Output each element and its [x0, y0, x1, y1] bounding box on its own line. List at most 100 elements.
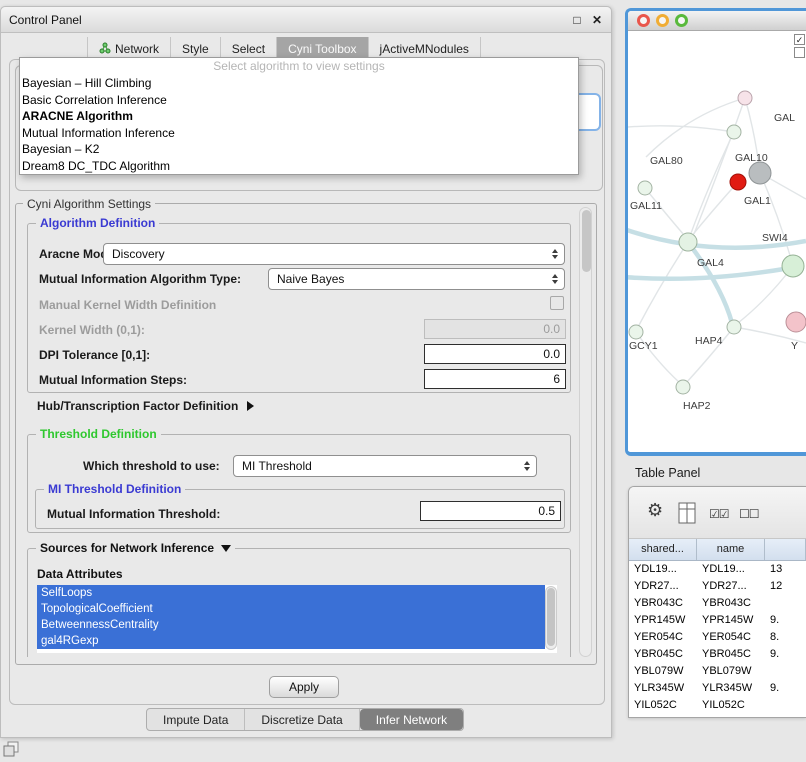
- zoom-traffic-light-icon[interactable]: [675, 14, 688, 27]
- network-window-titlebar[interactable]: [628, 11, 806, 31]
- network-edge[interactable]: [638, 242, 688, 327]
- tab-label: jActiveMNodules: [380, 42, 469, 56]
- table-cell: YDR27...: [629, 578, 697, 595]
- node-label: HAP2: [683, 400, 711, 412]
- table-row[interactable]: YER054CYER054C8.: [629, 629, 806, 646]
- algorithm-option[interactable]: Bayesian – Hill Climbing: [20, 75, 578, 92]
- table-panel-title: Table Panel: [635, 466, 700, 480]
- algorithm-option[interactable]: ARACNE Algorithm: [20, 108, 578, 125]
- network-edge[interactable]: [694, 98, 745, 234]
- table-cell: YDL19...: [697, 561, 765, 578]
- restore-icon[interactable]: □: [569, 12, 585, 28]
- node-label: GAL80: [650, 155, 683, 167]
- network-node-green-gal4[interactable]: [679, 233, 697, 251]
- table-cell: YPR145W: [697, 612, 765, 629]
- node-label: HAP4: [695, 335, 723, 347]
- table-cell: YBR045C: [697, 646, 765, 663]
- table-row[interactable]: YBR045CYBR045C9.: [629, 646, 806, 663]
- network-node-pink-right[interactable]: [786, 312, 806, 332]
- table-cell: YIL052C: [697, 697, 765, 714]
- network-graph[interactable]: GALGAL80GAL10GAL11GAL1SWI4GAL4GCY1HAP4YH…: [628, 31, 806, 452]
- network-canvas[interactable]: GALGAL80GAL10GAL11GAL1SWI4GAL4GCY1HAP4YH…: [628, 31, 806, 452]
- panel-float-icon[interactable]: [3, 741, 19, 757]
- network-node-gray-gal10[interactable]: [749, 162, 771, 184]
- network-icon: [99, 42, 111, 57]
- network-node-green-gal11[interactable]: [638, 181, 652, 195]
- table-cell: 13: [765, 561, 806, 578]
- table-cell: [765, 595, 806, 612]
- node-label: GAL4: [697, 257, 724, 269]
- tab-label: Network: [115, 42, 159, 56]
- table-cell: YBL079W: [697, 663, 765, 680]
- table-cell: YBR043C: [629, 595, 697, 612]
- table-row[interactable]: YIL052CYIL052C: [629, 697, 806, 714]
- algorithm-option[interactable]: Mutual Information Inference: [20, 125, 578, 142]
- column-header[interactable]: shared...: [629, 539, 697, 560]
- network-node-pink-top[interactable]: [738, 91, 752, 105]
- mini-checkbox-checked[interactable]: ✓: [794, 34, 805, 45]
- network-edge[interactable]: [690, 182, 738, 238]
- table-cell: YDL19...: [629, 561, 697, 578]
- close-traffic-light-icon[interactable]: [637, 14, 650, 27]
- deselect-all-icon[interactable]: ☐☐: [739, 507, 759, 521]
- minimize-traffic-light-icon[interactable]: [656, 14, 669, 27]
- table-panel-window: ⚙ ☑☑ ☐☐ shared...name YDL19...YDL19...13…: [628, 486, 806, 718]
- close-icon[interactable]: ✕: [589, 12, 605, 28]
- table-row[interactable]: YPR145WYPR145W9.: [629, 612, 806, 629]
- network-node-green-low-left[interactable]: [629, 325, 643, 339]
- window-title: Control Panel: [9, 13, 82, 27]
- algorithm-dropdown-popup: Select algorithm to view settings Bayesi…: [19, 57, 579, 175]
- table-cell: 9.: [765, 680, 806, 697]
- table-cell: YLR345W: [629, 680, 697, 697]
- node-label: GAL10: [735, 152, 768, 164]
- tab-label: Style: [182, 42, 209, 56]
- table-cell: 12: [765, 578, 806, 595]
- node-label: GAL1: [744, 195, 771, 207]
- table-header-row: shared...name: [629, 539, 806, 561]
- column-header[interactable]: [765, 539, 806, 560]
- network-window: GALGAL80GAL10GAL11GAL1SWI4GAL4GCY1HAP4YH…: [625, 8, 806, 456]
- network-node-green-hap2[interactable]: [676, 380, 690, 394]
- node-label: GCY1: [629, 340, 658, 352]
- bottom-tab-infer-network[interactable]: Infer Network: [360, 709, 463, 730]
- network-node-red[interactable]: [730, 174, 746, 190]
- table-toolbar: ⚙ ☑☑ ☐☐: [629, 487, 806, 539]
- popup-placeholder: Select algorithm to view settings: [20, 58, 578, 75]
- network-edge[interactable]: [760, 173, 793, 266]
- table-cell: [765, 663, 806, 680]
- table-cell: 9.: [765, 612, 806, 629]
- node-label: SWI4: [762, 232, 788, 244]
- popup-options: Bayesian – Hill ClimbingBasic Correlatio…: [20, 75, 578, 174]
- table-cell: YLR345W: [697, 680, 765, 697]
- table-cell: YIL052C: [629, 697, 697, 714]
- table-row[interactable]: YDL19...YDL19...13: [629, 561, 806, 578]
- table-cell: YDR27...: [697, 578, 765, 595]
- bottom-tab-bar: Impute DataDiscretize DataInfer Network: [146, 708, 464, 731]
- table-cell: YER054C: [629, 629, 697, 646]
- network-node-green-1[interactable]: [727, 125, 741, 139]
- table-row[interactable]: YBL079WYBL079W: [629, 663, 806, 680]
- table-row[interactable]: YLR345WYLR345W9.: [629, 680, 806, 697]
- select-all-icon[interactable]: ☑☑: [709, 507, 729, 521]
- network-node-green-mid[interactable]: [727, 320, 741, 334]
- table-body: YDL19...YDL19...13YDR27...YDR27...12YBR0…: [629, 561, 806, 714]
- table-cell: YBL079W: [629, 663, 697, 680]
- column-header[interactable]: name: [697, 539, 765, 560]
- column-selector-icon[interactable]: [677, 501, 697, 528]
- tab-label: Select: [232, 42, 265, 56]
- bottom-tab-impute-data[interactable]: Impute Data: [147, 709, 245, 730]
- table-cell: YBR045C: [629, 646, 697, 663]
- bottom-tab-discretize-data[interactable]: Discretize Data: [245, 709, 359, 730]
- algorithm-option[interactable]: Bayesian – K2: [20, 141, 578, 158]
- table-cell: [765, 697, 806, 714]
- table-cell: 8.: [765, 629, 806, 646]
- node-label: GAL: [774, 112, 795, 124]
- algorithm-combo-fragment[interactable]: [579, 93, 601, 131]
- table-row[interactable]: YDR27...YDR27...12: [629, 578, 806, 595]
- algorithm-option[interactable]: Dream8 DC_TDC Algorithm: [20, 158, 578, 175]
- algorithm-option[interactable]: Basic Correlation Inference: [20, 92, 578, 109]
- network-node-green-right[interactable]: [782, 255, 804, 277]
- gear-icon[interactable]: ⚙: [647, 501, 663, 519]
- mini-checkbox-unchecked[interactable]: [794, 47, 805, 58]
- table-row[interactable]: YBR043CYBR043C: [629, 595, 806, 612]
